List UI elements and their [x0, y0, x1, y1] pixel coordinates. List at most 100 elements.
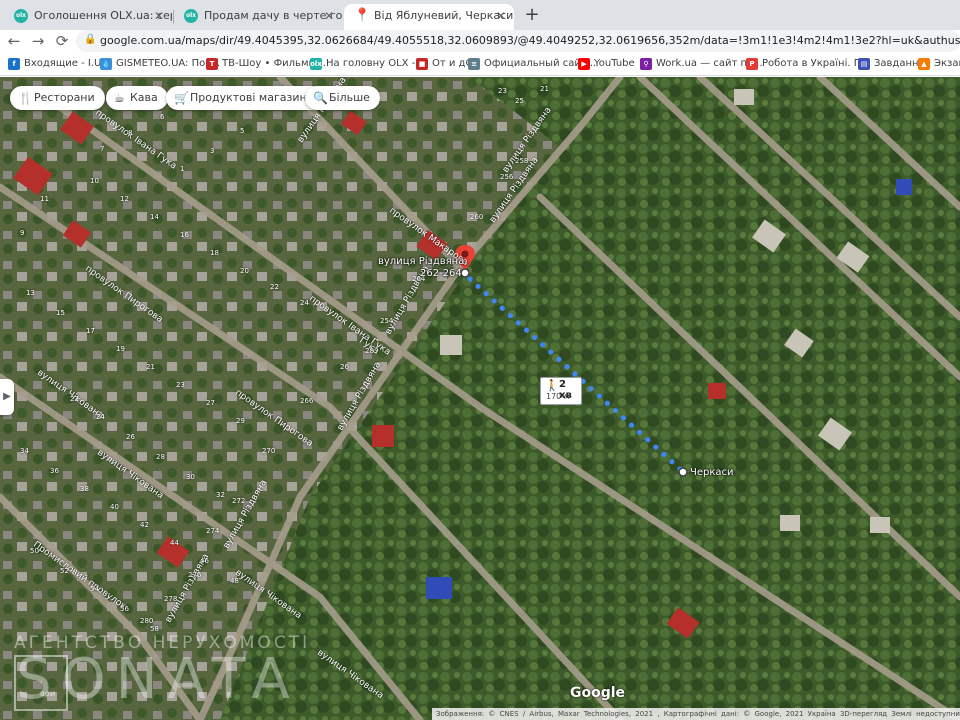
- house-number: 266: [300, 397, 314, 405]
- house-number: 20: [240, 267, 249, 275]
- bookmark-item[interactable]: ▶ YouTube: [578, 56, 635, 72]
- address-bar[interactable]: 🔒 google.com.ua/maps/dir/49.4045395,32.0…: [76, 30, 960, 52]
- house-number: 25: [515, 97, 524, 105]
- google-maps-icon: 📍: [354, 8, 371, 23]
- chip-more[interactable]: 🔍 Більше: [305, 86, 380, 110]
- chip-label: Кава: [130, 91, 158, 104]
- map-canvas[interactable]: провулок Івана Гука провулок Макарова ву…: [0, 77, 960, 720]
- house-number: 10: [90, 177, 99, 185]
- house-number: 280: [140, 617, 154, 625]
- house-number: 30: [186, 473, 195, 481]
- route-dot: [628, 422, 635, 428]
- bookmark-label: Робота в Україні. П...: [762, 58, 871, 69]
- tab-olx-2[interactable]: olx Продам дачу в черте города: 7 ✕: [174, 4, 342, 30]
- new-tab-button[interactable]: +: [520, 4, 544, 28]
- bookmark-item[interactable]: ■ От и дО: [416, 56, 473, 72]
- house-number: 24: [300, 299, 309, 307]
- house-number: 256: [500, 173, 514, 181]
- house-number: 6: [160, 113, 165, 121]
- route-dot: [556, 356, 562, 362]
- bookmark-item[interactable]: ▲ Экзам: [918, 56, 960, 72]
- route-dot: [572, 371, 578, 377]
- route-dot: [620, 415, 627, 421]
- house-number: 26: [126, 433, 135, 441]
- tab-google-maps[interactable]: 📍 Від Яблуневий, Черкаси, Черкас ✕: [344, 4, 514, 30]
- chip-restaurants[interactable]: 🍴 Ресторани: [10, 86, 105, 110]
- olx-icon: olx: [14, 9, 28, 23]
- iua-icon: f: [8, 58, 20, 70]
- house-number: 18: [210, 249, 219, 257]
- route-dot: [661, 451, 667, 457]
- route-start-address: 262-264: [420, 268, 462, 279]
- bookmark-item[interactable]: ▤ Завдання: [858, 56, 925, 72]
- tab-title: Продам дачу в черте города: 7: [204, 9, 342, 22]
- olx-icon: olx: [310, 58, 322, 70]
- end-marker[interactable]: [678, 467, 688, 477]
- forward-button[interactable]: →: [28, 31, 48, 51]
- route-dot: [507, 312, 513, 319]
- bookmark-label: На головну OLX -...: [326, 58, 425, 69]
- route-end-label: Черкаси: [690, 467, 734, 478]
- route-duration-box[interactable]: 🚶 2 хв 170 м: [540, 377, 582, 405]
- house-number: 5: [240, 127, 245, 135]
- bookmark-label: Экзам: [934, 58, 960, 69]
- house-number: 23: [498, 87, 507, 95]
- bookmark-item[interactable]: olx На головну OLX -...: [310, 56, 425, 72]
- house-number: 21: [540, 85, 549, 93]
- route-dot: [669, 459, 675, 465]
- house-number: 32: [216, 491, 225, 499]
- house-number: 27: [206, 399, 215, 407]
- house-number: 1: [180, 165, 185, 173]
- back-button[interactable]: ←: [4, 31, 24, 51]
- route-dot: [523, 327, 530, 333]
- exam-icon: ▲: [918, 58, 930, 70]
- house-number: 50: [30, 547, 39, 555]
- url-text[interactable]: google.com.ua/maps/dir/49.4045395,32.062…: [100, 30, 960, 52]
- house-number: 16: [180, 231, 189, 239]
- tab-olx-1[interactable]: olx Оголошення OLX.ua: сервіс ого ✕: [4, 4, 172, 30]
- route-dot: [588, 386, 594, 392]
- house-number: 254: [380, 317, 394, 325]
- chip-label: Продуктові магазини: [190, 91, 314, 104]
- bookmark-item[interactable]: ⚲ Work.ua — сайт по...: [640, 56, 763, 72]
- house-number: 34: [20, 447, 29, 455]
- close-icon[interactable]: ✕: [496, 4, 506, 28]
- watermark-name: SONATA: [16, 647, 300, 712]
- bookmark-item[interactable]: ≡ Официальный сайт...: [468, 56, 596, 72]
- house-number: 7: [100, 145, 105, 153]
- bookmark-item[interactable]: f Входящие - I.UA: [8, 56, 108, 72]
- bookmark-label: GISMETEO.UA: Пог...: [116, 58, 221, 69]
- house-number: 258: [515, 157, 529, 165]
- bookmark-item[interactable]: P Робота в Україні. П...: [746, 56, 871, 72]
- tv-icon: T: [206, 58, 218, 70]
- close-icon[interactable]: ✕: [154, 4, 164, 28]
- site-icon: ≡: [468, 58, 480, 70]
- house-number: 52: [60, 567, 69, 575]
- reload-button[interactable]: ⟳: [52, 31, 72, 51]
- house-number: 14: [150, 213, 159, 221]
- bookmark-item[interactable]: 💧 GISMETEO.UA: Пог...: [100, 56, 220, 72]
- chip-groceries[interactable]: 🛒 Продуктові магазини: [166, 86, 324, 110]
- route-dot: [548, 349, 554, 355]
- route-dot: [564, 364, 570, 370]
- youtube-icon: ▶: [578, 58, 590, 70]
- house-number: 19: [116, 345, 125, 353]
- route-dot: [596, 393, 602, 399]
- chip-coffee[interactable]: ☕ Кава: [106, 86, 168, 110]
- bookmark-item[interactable]: T ТВ-Шоу • Фильмы...: [206, 56, 326, 72]
- close-icon[interactable]: ✕: [324, 4, 334, 28]
- bookmark-label: YouTube: [594, 58, 635, 69]
- bookmark-label: Входящие - I.UA: [24, 58, 109, 69]
- house-number: 54: [90, 585, 99, 593]
- bookmark-label: Завдання: [874, 58, 925, 69]
- house-number: 21: [146, 363, 155, 371]
- route-dot: [604, 400, 610, 406]
- google-logo: Google: [570, 685, 626, 701]
- walking-icon: 🚶: [545, 379, 559, 392]
- route-dot: [653, 444, 659, 450]
- house-number: 23: [176, 381, 185, 389]
- otido-icon: ■: [416, 58, 428, 70]
- attribution-bar[interactable]: Зображення: © CNES / Airbus, Maxar Techn…: [432, 708, 960, 720]
- house-number: 58: [150, 625, 159, 633]
- collapse-panel-button[interactable]: ▶: [0, 379, 14, 415]
